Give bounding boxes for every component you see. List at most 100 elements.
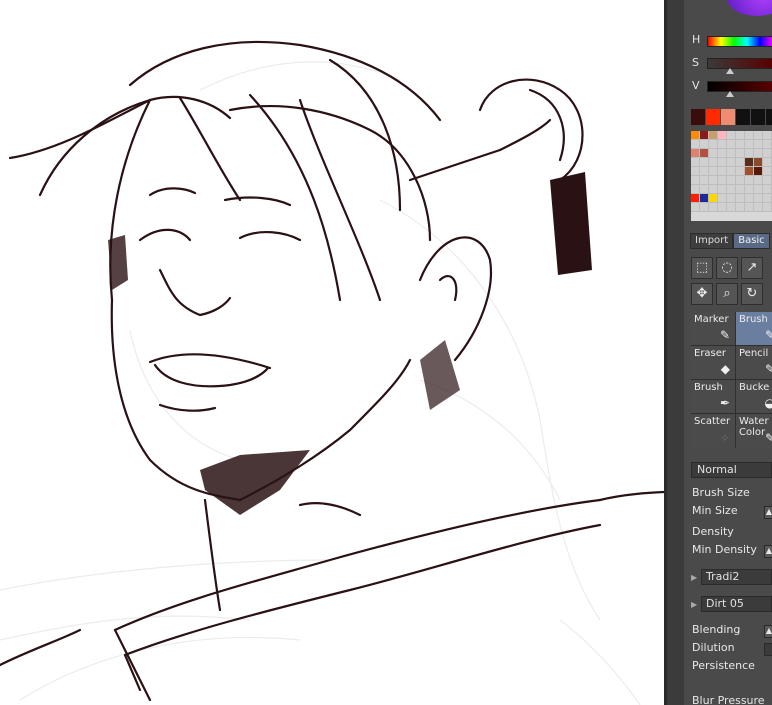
palette-swatch[interactable] [700,158,709,167]
eraser-brush[interactable]: Eraser ◆ [691,346,735,379]
blending-pressure-toggle[interactable]: ▲ [764,625,772,638]
palette-swatch[interactable] [709,203,718,212]
palette-swatch[interactable] [763,140,772,149]
palette-swatch[interactable] [700,131,709,140]
palette-swatch[interactable] [691,140,700,149]
palette-swatch[interactable] [754,158,763,167]
palette-swatch[interactable] [709,140,718,149]
palette-swatch[interactable] [718,140,727,149]
palette-swatch[interactable] [700,185,709,194]
recent-color-swatch[interactable] [766,109,772,125]
palette-swatch[interactable] [709,167,718,176]
palette-swatch[interactable] [691,167,700,176]
dilution-checkbox[interactable] [764,643,772,656]
palette-swatch[interactable] [763,185,772,194]
zoom-icon[interactable]: ⌕ [716,283,738,305]
color-wheel[interactable] [727,0,772,16]
palette-swatch[interactable] [718,158,727,167]
drawing-canvas[interactable] [0,0,664,705]
palette-swatch[interactable] [691,149,700,158]
select-rect-icon[interactable]: ⬚ [691,257,713,279]
brush-brush-selected[interactable]: Brush ✎ [736,312,772,345]
texture-expand-icon[interactable]: ▶ [691,573,697,582]
tab-import[interactable]: Import [690,233,734,249]
palette-swatch[interactable] [745,203,754,212]
palette-swatch[interactable] [727,194,736,203]
palette-swatch[interactable] [718,176,727,185]
recent-color-swatch[interactable] [706,109,720,125]
palette-swatch[interactable] [763,158,772,167]
texture-select[interactable]: Tradi2 [701,569,772,585]
palette-swatch[interactable] [718,149,727,158]
rotate-icon[interactable]: ↻ [741,283,763,305]
palette-swatch[interactable] [709,185,718,194]
palette-swatch[interactable] [718,194,727,203]
palette-swatch[interactable] [763,149,772,158]
palette-swatch[interactable] [763,176,772,185]
bucket-brush[interactable]: Bucke ◒ [736,380,772,413]
palette-swatch[interactable] [736,185,745,194]
palette-swatch[interactable] [709,149,718,158]
min-density-pressure-toggle[interactable]: ▲ [764,545,772,558]
palette-swatch[interactable] [754,203,763,212]
palette-swatch[interactable] [736,140,745,149]
palette-swatch[interactable] [763,203,772,212]
hue-slider[interactable] [707,36,772,47]
watercolor-brush[interactable]: Water Color ✎ [736,414,772,448]
palette-swatch[interactable] [745,176,754,185]
panel-scrollbar[interactable] [667,0,684,705]
palette-swatch[interactable] [700,176,709,185]
palette-swatch[interactable] [718,185,727,194]
palette-swatch[interactable] [727,131,736,140]
palette-swatch[interactable] [691,203,700,212]
recent-color-swatch[interactable] [691,109,705,125]
palette-swatch[interactable] [736,131,745,140]
blend-mode-select[interactable]: Normal [691,462,772,478]
palette-swatch[interactable] [736,149,745,158]
palette-swatch[interactable] [727,149,736,158]
palette-swatch[interactable] [700,203,709,212]
palette-swatch[interactable] [754,185,763,194]
palette-swatch[interactable] [736,158,745,167]
tab-basic[interactable]: Basic [733,233,770,249]
palette-swatch[interactable] [727,176,736,185]
palette-swatch[interactable] [736,203,745,212]
pattern-expand-icon[interactable]: ▶ [691,600,697,609]
palette-swatch[interactable] [709,194,718,203]
palette-swatch[interactable] [727,167,736,176]
pattern-select[interactable]: Dirt 05 [701,596,772,612]
palette-swatch[interactable] [745,131,754,140]
recent-color-swatch[interactable] [751,109,765,125]
palette-swatch[interactable] [754,167,763,176]
recent-color-swatch[interactable] [721,109,735,125]
palette-swatch[interactable] [709,131,718,140]
palette-swatch[interactable] [754,131,763,140]
palette-swatch[interactable] [691,158,700,167]
lasso-icon[interactable]: ◌ [716,257,738,279]
marker-brush[interactable]: Marker ✎ [691,312,735,345]
palette-swatch[interactable] [700,140,709,149]
palette-swatch[interactable] [745,194,754,203]
palette-swatch[interactable] [709,158,718,167]
palette-swatch[interactable] [763,167,772,176]
palette-swatch[interactable] [691,194,700,203]
palette-swatch[interactable] [727,185,736,194]
palette-swatch[interactable] [736,167,745,176]
palette-swatch[interactable] [700,194,709,203]
palette-swatch[interactable] [700,149,709,158]
palette-swatch[interactable] [745,185,754,194]
recent-color-swatch[interactable] [736,109,750,125]
palette-swatch[interactable] [709,176,718,185]
brush2-brush[interactable]: Brush ✒ [691,380,735,413]
min-size-pressure-toggle[interactable]: ▲ [764,506,772,519]
palette-swatch[interactable] [763,131,772,140]
palette-swatch[interactable] [736,176,745,185]
palette-swatch[interactable] [763,194,772,203]
value-thumb[interactable] [726,91,734,97]
palette-swatch[interactable] [718,203,727,212]
pencil-brush[interactable]: Pencil ✎ [736,346,772,379]
palette-swatch[interactable] [718,167,727,176]
palette-swatch[interactable] [727,158,736,167]
palette-swatch[interactable] [745,140,754,149]
palette-swatch[interactable] [754,176,763,185]
